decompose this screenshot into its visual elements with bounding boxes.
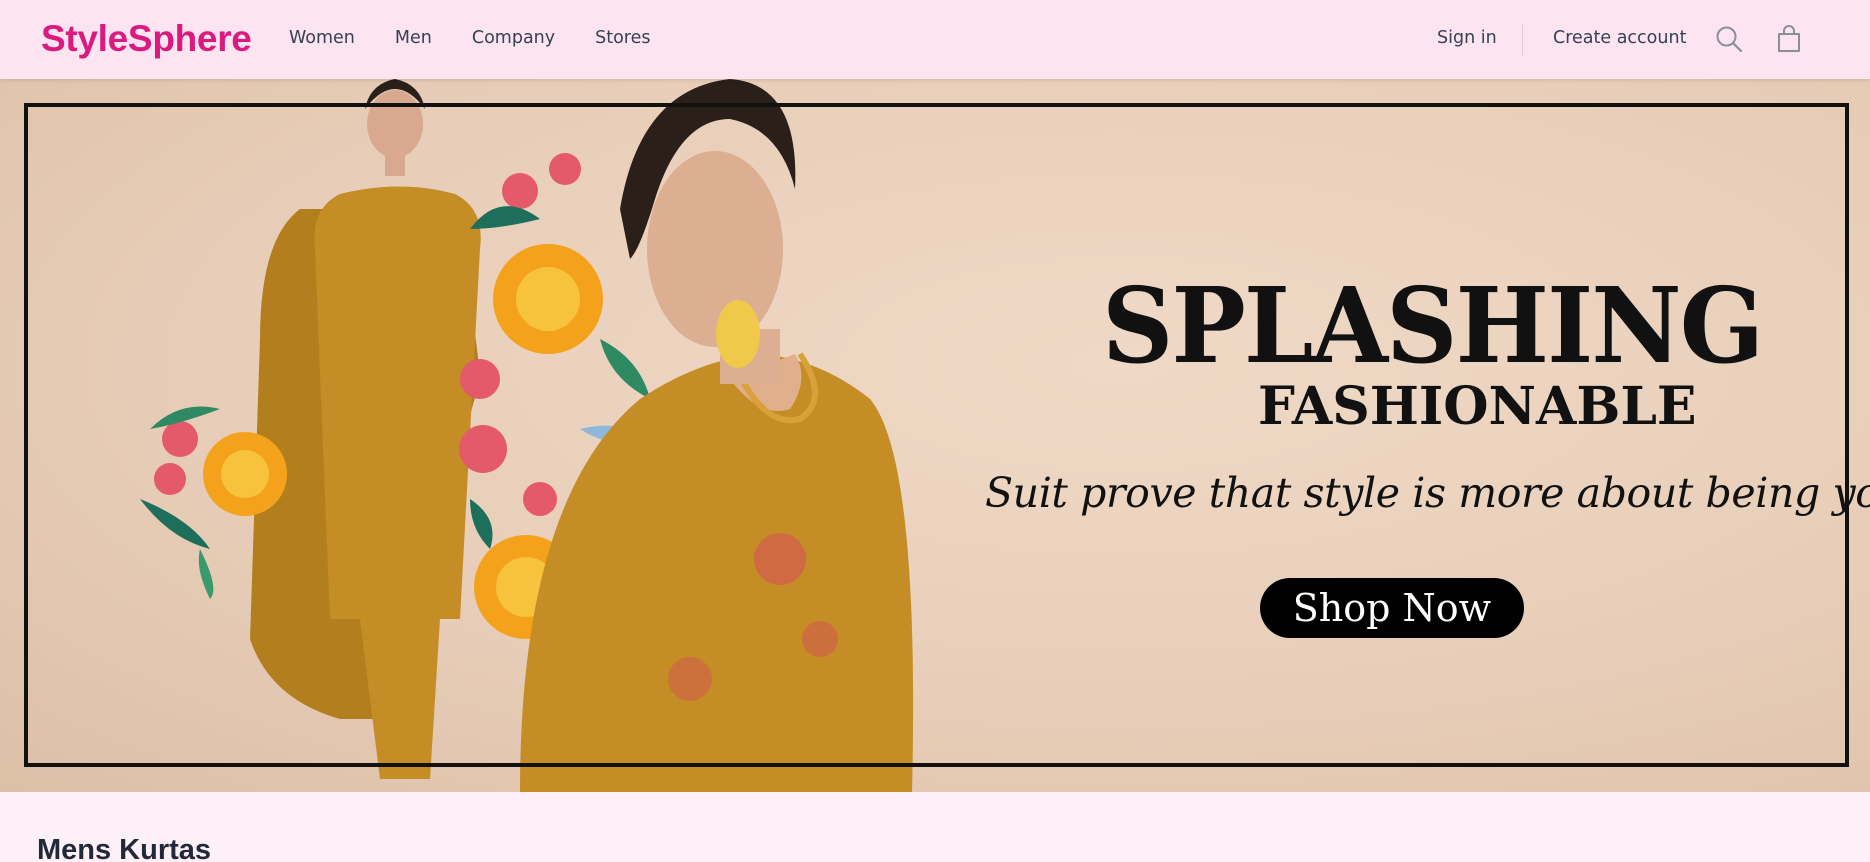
shop-now-button[interactable]: Shop Now	[1260, 578, 1524, 638]
create-account-link[interactable]: Create account	[1553, 28, 1686, 48]
brand-logo[interactable]: StyleSphere	[41, 18, 252, 60]
nav-link-women[interactable]: Women	[289, 28, 355, 48]
nav-link-company[interactable]: Company	[472, 28, 555, 48]
nav-divider	[1522, 24, 1523, 56]
hero-tagline: Suit prove that style is more about bein…	[985, 469, 1870, 517]
nav-link-stores[interactable]: Stores	[595, 28, 650, 48]
main-nav: Women Men Company Stores	[289, 28, 691, 48]
site-header: StyleSphere Women Men Company Stores Sig…	[0, 0, 1870, 79]
hero-title: SPLASHING	[1102, 264, 1764, 387]
shopping-bag-icon[interactable]	[1774, 24, 1804, 54]
account-nav: Sign in Create account	[1270, 0, 1870, 79]
nav-link-men[interactable]: Men	[395, 28, 432, 48]
hero-subtitle: FASHIONABLE	[1258, 376, 1697, 437]
search-icon[interactable]	[1714, 24, 1744, 54]
section-title: Mens Kurtas	[37, 834, 212, 862]
sign-in-link[interactable]: Sign in	[1437, 28, 1497, 48]
hero-banner: SPLASHING FASHIONABLE Suit prove that st…	[0, 79, 1870, 792]
